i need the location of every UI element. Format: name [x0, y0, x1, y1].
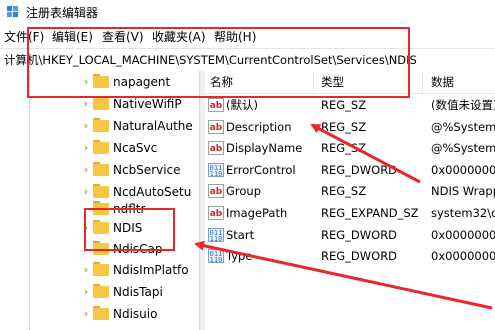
arrow-to-address	[310, 123, 421, 184]
annotation-arrows	[194, 123, 493, 310]
arrow-to-ndis	[194, 240, 493, 310]
